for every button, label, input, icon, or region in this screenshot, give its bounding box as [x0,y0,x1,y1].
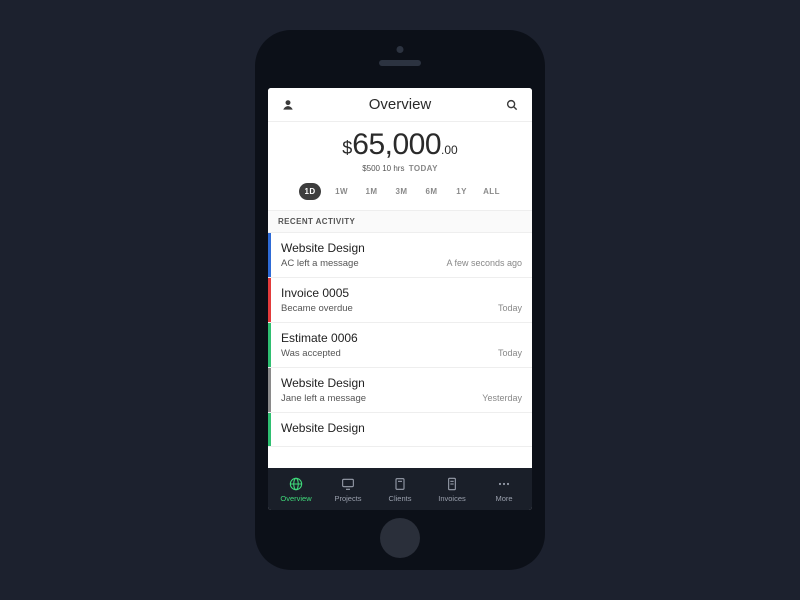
range-pill-3m[interactable]: 3M [393,187,411,196]
activity-item[interactable]: Website Design AC left a message A few sec… [268,233,532,278]
activity-time: Today [498,348,522,358]
activity-stripe [268,233,271,277]
activity-title: Website Design [281,241,522,255]
tab-more[interactable]: More [478,476,530,503]
monitor-icon [340,476,356,492]
activity-item[interactable]: Website Design Jane left a message Yesterd… [268,368,532,413]
tab-projects[interactable]: Projects [322,476,374,503]
range-pill-1w[interactable]: 1W [333,187,351,196]
activity-meta: Became overdue Today [281,303,522,314]
phone-frame: Overview $ 65,000 .00 $500 10 hrs TODAY … [255,30,545,570]
tab-bar: Overview Projects Clients Invoices More [268,468,532,510]
activity-desc: Jane left a message [281,393,366,404]
summary-panel: $ 65,000 .00 $500 10 hrs TODAY 1D 1W 1M 3M 6… [268,122,532,211]
amount-main: 65,000 [352,128,441,162]
search-icon[interactable] [502,98,522,112]
range-pill-1y[interactable]: 1Y [453,187,471,196]
app-screen: Overview $ 65,000 .00 $500 10 hrs TODAY … [268,88,532,510]
range-pill-1m[interactable]: 1M [363,187,381,196]
activity-title: Invoice 0005 [281,286,522,300]
phone-camera [397,46,404,53]
section-label-recent-activity: RECENT ACTIVITY [268,211,532,233]
file-icon [444,476,460,492]
activity-time: A few seconds ago [446,258,522,268]
tab-label: Clients [389,494,412,503]
activity-desc: Became overdue [281,303,353,314]
amount-display: $ 65,000 .00 [268,128,532,162]
activity-time: Today [498,303,522,313]
globe-icon [288,476,304,492]
amount-cents: .00 [441,143,458,157]
tab-overview[interactable]: Overview [270,476,322,503]
page-title: Overview [369,96,432,113]
tab-label: Invoices [438,494,466,503]
sub-label: TODAY [409,164,438,173]
tab-label: More [495,494,512,503]
range-pill-6m[interactable]: 6M [423,187,441,196]
phone-speaker [379,60,421,66]
activity-desc: Was accepted [281,348,341,359]
currency-symbol: $ [342,138,352,159]
tab-label: Overview [280,494,311,503]
users-icon [392,476,408,492]
profile-icon[interactable] [278,98,298,112]
tab-label: Projects [334,494,361,503]
activity-meta: Jane left a message Yesterday [281,393,522,404]
activity-stripe [268,413,271,446]
range-pill-all[interactable]: ALL [483,187,501,196]
activity-list[interactable]: Website Design AC left a message A few sec… [268,233,532,468]
activity-item[interactable]: Website Design [268,413,532,447]
summary-subline: $500 10 hrs TODAY [268,164,532,173]
activity-stripe [268,323,271,367]
activity-item[interactable]: Estimate 0006 Was accepted Today [268,323,532,368]
activity-title: Website Design [281,421,522,435]
activity-title: Estimate 0006 [281,331,522,345]
tab-invoices[interactable]: Invoices [426,476,478,503]
top-bar: Overview [268,88,532,122]
activity-meta: Was accepted Today [281,348,522,359]
sub-hours: 10 hrs [382,164,404,173]
activity-stripe [268,368,271,412]
activity-time: Yesterday [482,393,522,403]
activity-title: Website Design [281,376,522,390]
activity-stripe [268,278,271,322]
activity-desc: AC left a message [281,258,359,269]
activity-meta: AC left a message A few seconds ago [281,258,522,269]
sub-amount: $500 [362,164,380,173]
range-selector: 1D 1W 1M 3M 6M 1Y ALL [268,183,532,200]
range-pill-1d[interactable]: 1D [299,183,320,200]
phone-home-button[interactable] [380,518,420,558]
activity-item[interactable]: Invoice 0005 Became overdue Today [268,278,532,323]
tab-clients[interactable]: Clients [374,476,426,503]
dots-icon [496,476,512,492]
